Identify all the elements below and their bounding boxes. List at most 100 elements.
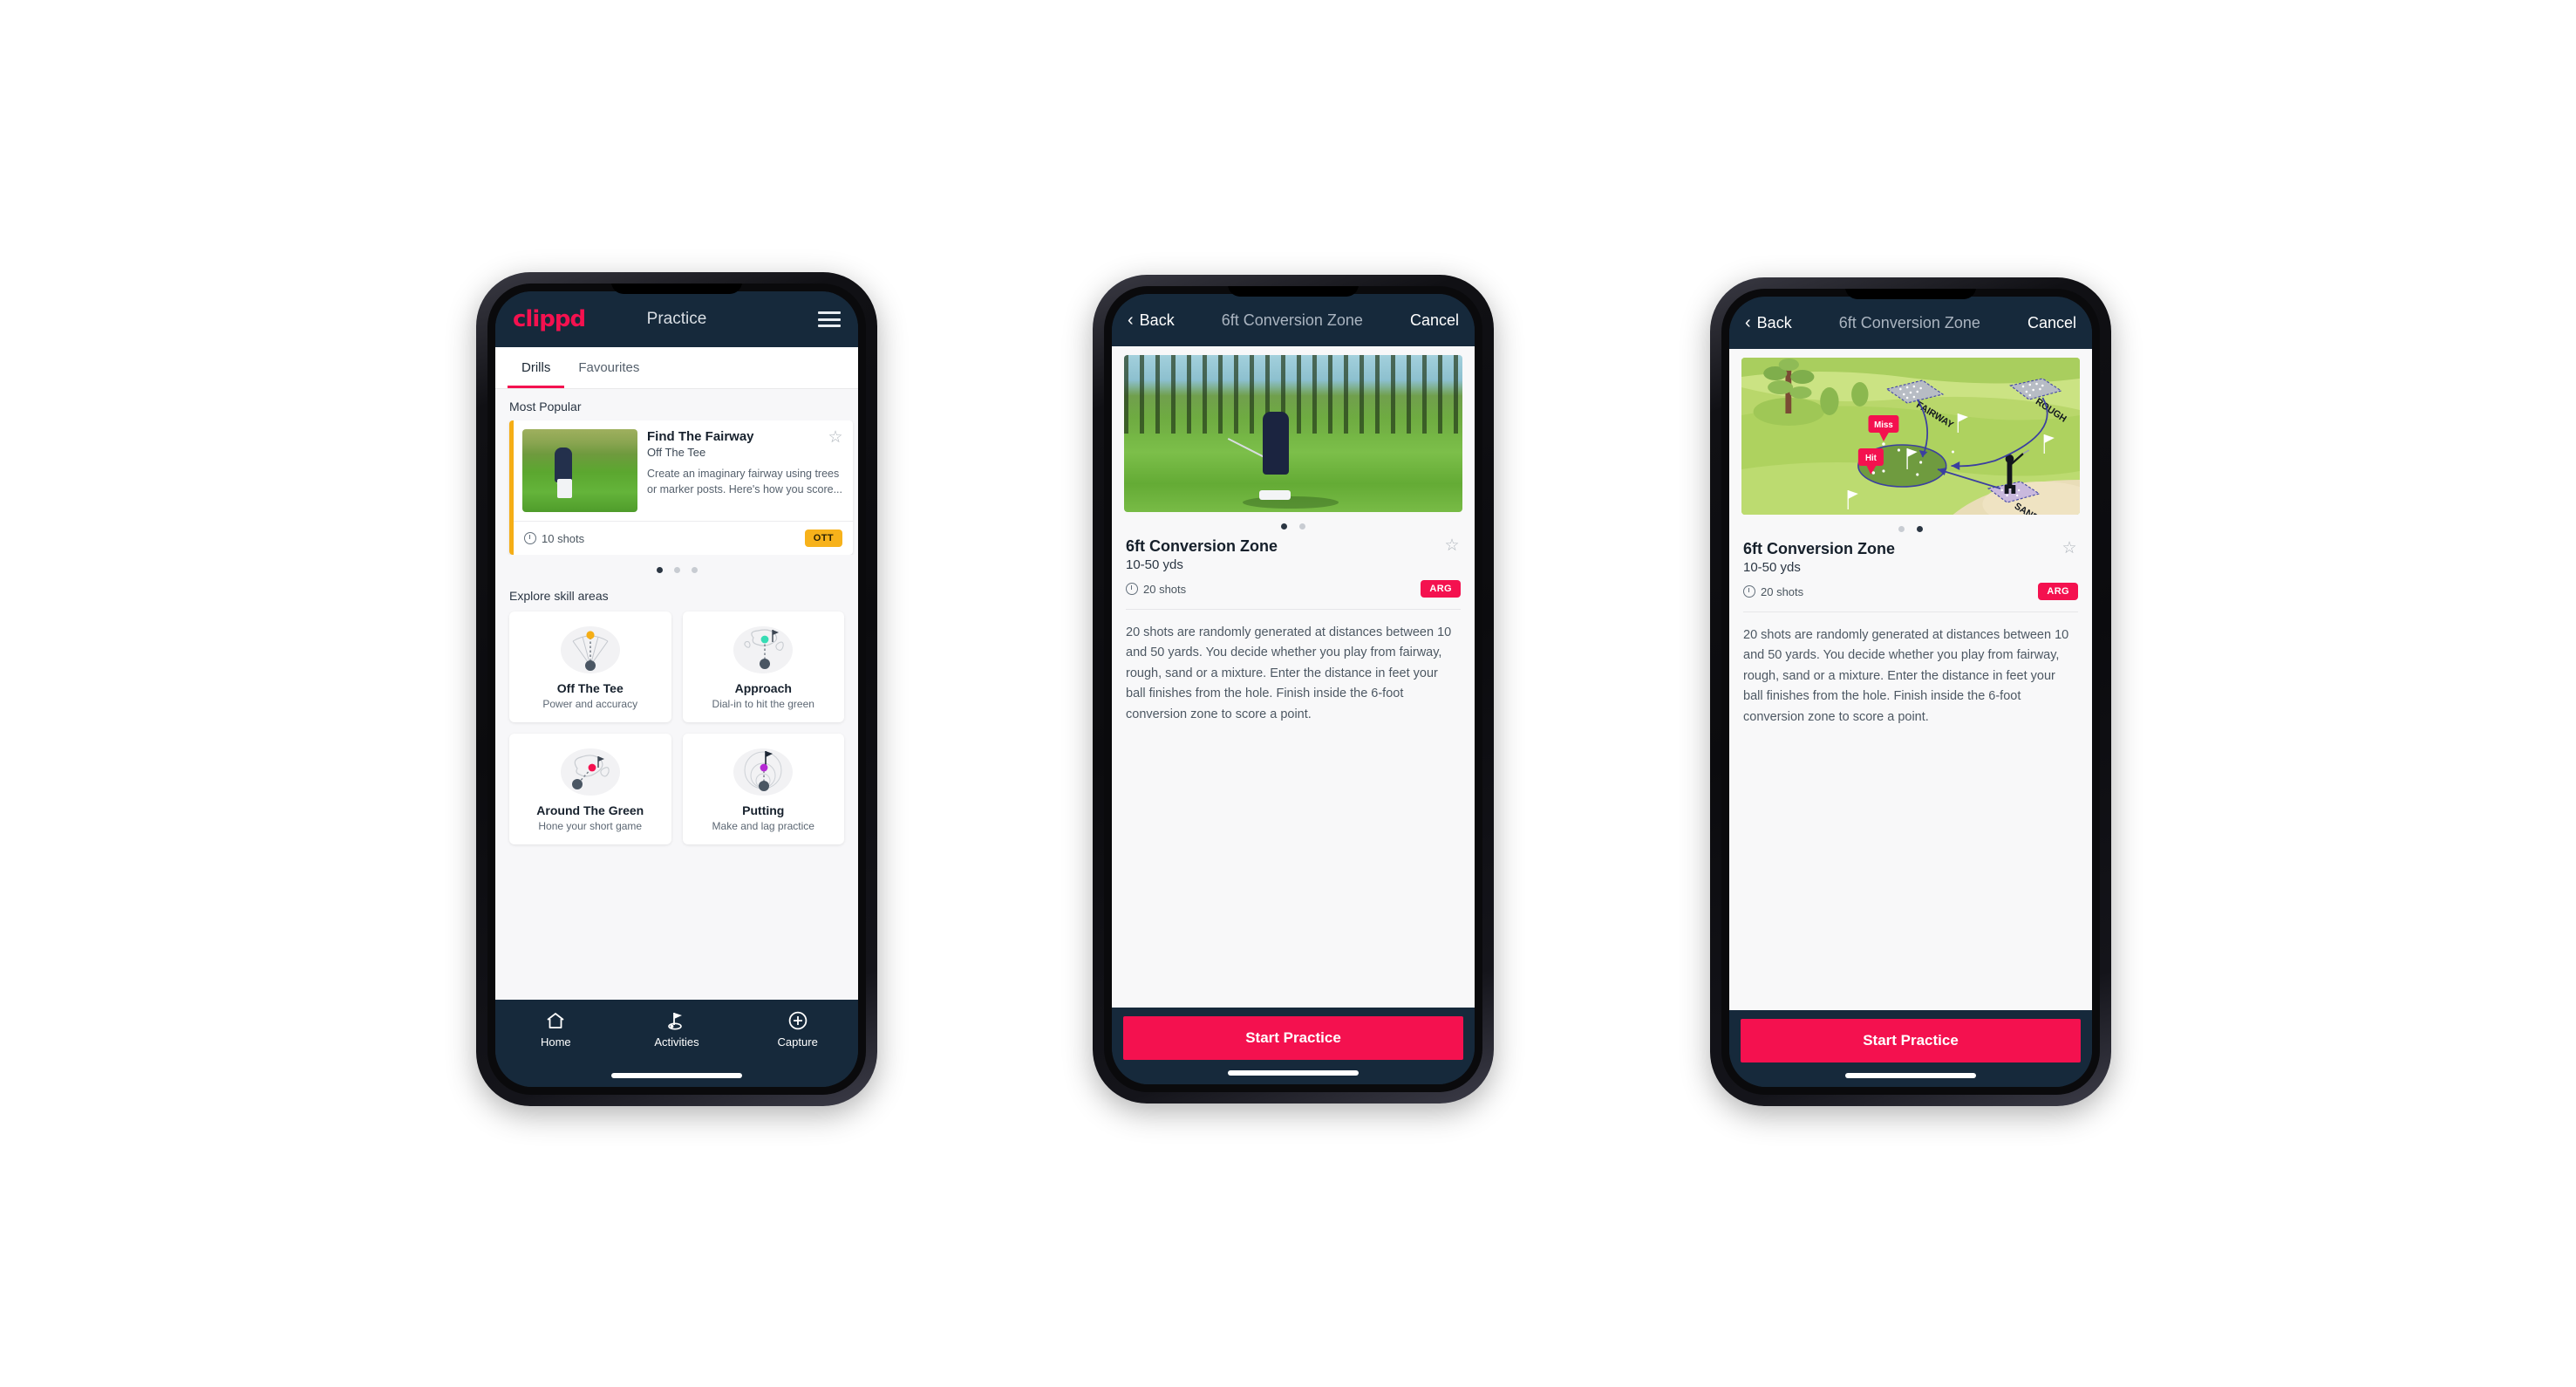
golf-course-diagram: FAIRWAY ROUGH SAND Miss Hit xyxy=(1741,358,2080,515)
media-dot-2[interactable] xyxy=(1917,526,1923,532)
nav-item-activities[interactable]: Activities xyxy=(617,1009,738,1049)
detail-description: 20 shots are randomly generated at dista… xyxy=(1743,628,2069,724)
home-indicator-area xyxy=(1112,1070,1475,1084)
screen-drill-detail-photo: ‹ Back 6ft Conversion Zone Cancel 6ft Co… xyxy=(1112,294,1475,1084)
tab-drills[interactable]: Drills xyxy=(508,347,565,388)
skill-name: Putting xyxy=(742,803,785,817)
clippd-logo[interactable]: clippd xyxy=(513,306,586,332)
tree-line xyxy=(1124,355,1462,434)
detail-header: 6ft Conversion Zone 10-50 yds ☆ xyxy=(1729,540,2092,575)
shots-count: 20 shots xyxy=(1743,585,1803,598)
back-button[interactable]: ‹ Back xyxy=(1128,311,1175,330)
home-indicator[interactable] xyxy=(1228,1070,1359,1076)
media-carousel-dots xyxy=(1112,512,1475,537)
carousel-dots xyxy=(495,555,858,578)
drill-description: Create an imaginary fairway using trees … xyxy=(647,468,842,496)
detail-content: 6ft Conversion Zone 10-50 yds ☆ 20 shots… xyxy=(1112,346,1475,1008)
screen-practice: clippd Practice Drills Favourites Most P… xyxy=(495,291,858,1087)
media-dot-1[interactable] xyxy=(1898,526,1905,532)
cancel-button[interactable]: Cancel xyxy=(1410,311,1459,330)
clock-icon xyxy=(1743,585,1755,598)
tab-favourites[interactable]: Favourites xyxy=(564,347,653,388)
media-carousel-dots xyxy=(1729,515,2092,540)
most-popular-carousel[interactable]: Find The Fairway Off The Tee ☆ Create an… xyxy=(495,420,858,555)
skill-desc: Dial-in to hit the green xyxy=(712,698,814,710)
plus-circle-icon xyxy=(737,1009,858,1032)
skill-desc: Power and accuracy xyxy=(542,698,638,710)
golfer-shoes xyxy=(1259,489,1291,500)
skill-desc: Hone your short game xyxy=(538,820,643,832)
detail-header: 6ft Conversion Zone 10-50 yds ☆ xyxy=(1112,537,1475,572)
around-the-green-icon xyxy=(516,744,664,798)
detail-subtitle: 10-50 yds xyxy=(1743,560,1801,575)
media-dot-1[interactable] xyxy=(1281,523,1287,530)
home-indicator[interactable] xyxy=(611,1073,742,1078)
skill-card-approach[interactable]: Approach Dial-in to hit the green xyxy=(682,612,844,722)
drill-meta: Find The Fairway Off The Tee ☆ Create an… xyxy=(647,429,844,512)
off-the-tee-fan-icon xyxy=(516,622,664,676)
screenshot-canvas: clippd Practice Drills Favourites Most P… xyxy=(0,0,2576,1387)
skill-card-around-the-green[interactable]: Around The Green Hone your short game xyxy=(509,734,671,844)
nav-item-home[interactable]: Home xyxy=(495,1009,617,1049)
section-explore-label: Explore skill areas xyxy=(509,589,609,603)
skill-card-off-the-tee[interactable]: Off The Tee Power and accuracy xyxy=(509,612,671,722)
status-badge-arg: ARG xyxy=(1421,580,1461,598)
skill-desc: Make and lag practice xyxy=(712,820,814,832)
drill-subtitle: Off The Tee xyxy=(647,446,706,459)
approach-green-icon xyxy=(690,622,838,676)
detail-title: 6ft Conversion Zone xyxy=(1126,537,1278,555)
skill-name: Off The Tee xyxy=(556,681,624,695)
clock-icon xyxy=(524,532,536,544)
back-label: Back xyxy=(1756,313,1792,331)
nav-title: 6ft Conversion Zone xyxy=(1838,313,1980,331)
star-outline-icon[interactable]: ☆ xyxy=(827,429,844,447)
drill-media-illustration[interactable]: FAIRWAY ROUGH SAND Miss Hit xyxy=(1741,358,2080,515)
screen-drill-detail-illustration: ‹ Back 6ft Conversion Zone Cancel FAIRWA… xyxy=(1729,297,2092,1087)
hamburger-icon[interactable] xyxy=(818,311,841,327)
phone-notch xyxy=(1845,289,1976,299)
carousel-dot-2[interactable] xyxy=(673,567,680,573)
drill-card[interactable]: Find The Fairway Off The Tee ☆ Create an… xyxy=(509,420,853,555)
phone-bezel: clippd Practice Drills Favourites Most P… xyxy=(487,284,866,1095)
phone-bezel: ‹ Back 6ft Conversion Zone Cancel xyxy=(1104,286,1482,1092)
shots-label: 20 shots xyxy=(1761,584,1804,598)
golfer-figure xyxy=(1263,411,1290,475)
star-outline-icon[interactable]: ☆ xyxy=(1443,537,1461,555)
phone-bezel: ‹ Back 6ft Conversion Zone Cancel xyxy=(1721,289,2100,1095)
start-practice-button[interactable]: Start Practice xyxy=(1123,1016,1463,1060)
skill-card-putting[interactable]: Putting Make and lag practice xyxy=(682,734,844,844)
clock-icon xyxy=(1126,583,1138,595)
star-outline-icon[interactable]: ☆ xyxy=(2061,540,2078,557)
chevron-left-icon: ‹ xyxy=(1745,313,1751,332)
status-badge-ott: OTT xyxy=(804,530,842,547)
phone-notch xyxy=(1228,286,1359,297)
nav-item-capture[interactable]: Capture xyxy=(737,1009,858,1049)
nav-title: 6ft Conversion Zone xyxy=(1221,311,1363,329)
svg-text:Miss: Miss xyxy=(1874,420,1893,430)
home-indicator[interactable] xyxy=(1845,1073,1976,1078)
putting-rings-icon xyxy=(690,744,838,798)
nav-bar: ‹ Back 6ft Conversion Zone Cancel xyxy=(1729,297,2092,349)
golfer-shadow xyxy=(1242,496,1339,509)
cancel-button[interactable]: Cancel xyxy=(2027,314,2076,332)
detail-content: FAIRWAY ROUGH SAND Miss Hit 6ft Conversi… xyxy=(1729,349,2092,1010)
home-indicator-area xyxy=(495,1073,858,1087)
drill-media-photo[interactable] xyxy=(1124,355,1462,512)
skill-areas-grid: Off The Tee Power and accuracy Approach … xyxy=(495,610,858,857)
back-button[interactable]: ‹ Back xyxy=(1745,314,1792,332)
golf-flag-icon xyxy=(617,1009,738,1032)
carousel-dot-1[interactable] xyxy=(656,567,663,573)
home-icon xyxy=(495,1009,617,1032)
start-practice-button[interactable]: Start Practice xyxy=(1741,1019,2081,1062)
svg-text:Hit: Hit xyxy=(1865,454,1877,463)
carousel-dot-3[interactable] xyxy=(691,567,698,573)
practice-content[interactable]: Most Popular Find The Fairway Off The Te… xyxy=(495,389,858,1000)
skill-name: Around The Green xyxy=(536,803,644,817)
phone-mockup-detail-illustration: ‹ Back 6ft Conversion Zone Cancel FAIRWA… xyxy=(1710,277,2111,1106)
detail-shots-row: 20 shots ARG xyxy=(1729,583,2092,600)
phone-mockup-detail-photo: ‹ Back 6ft Conversion Zone Cancel 6ft Co… xyxy=(1093,275,1494,1103)
bottom-navigation: Home Activities Capture xyxy=(495,1000,858,1073)
media-dot-2[interactable] xyxy=(1299,523,1305,530)
cta-area: Start Practice xyxy=(1729,1010,2092,1073)
skill-name: Approach xyxy=(734,681,792,695)
